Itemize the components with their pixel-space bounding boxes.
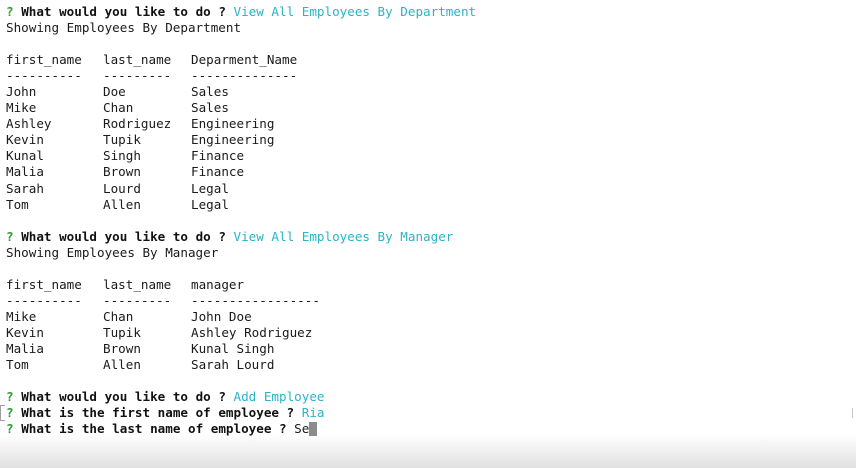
table-cell: Kunal — [6, 148, 44, 164]
table-separator: ---------- --------- -------------- — [6, 68, 856, 84]
table-row: Sarah Lourd Legal — [6, 181, 856, 197]
table-cell: Finance — [191, 164, 245, 180]
column-header: Deparment_Name — [191, 52, 298, 68]
separator: -------------- — [191, 68, 298, 84]
prompt-line-first-name: ? What is the first name of employee ? R… — [6, 405, 856, 421]
table-cell: Lourd — [103, 180, 141, 196]
prompt-question: What would you like to do ? — [21, 389, 226, 405]
table-header: first_name last_name Deparment_Name — [6, 52, 856, 68]
table-cell: Allen — [103, 357, 141, 373]
table-row: Ashley Rodriguez Engineering — [6, 116, 856, 132]
table-row: Malia Brown Finance — [6, 164, 856, 180]
table-cell: Rodriguez — [103, 116, 172, 132]
window-bottom-shadow — [0, 434, 856, 468]
selection-bracket-icon — [0, 405, 5, 421]
separator: --------- — [103, 292, 172, 308]
prompt-question-mark: ? — [6, 389, 14, 405]
table-cell: Ashley — [6, 116, 52, 132]
prompt-line-view-by-manager: ? What would you like to do ? View All E… — [6, 229, 856, 245]
separator: ---------- — [6, 68, 82, 84]
table-cell: Sales — [191, 84, 229, 100]
table-separator: ---------- --------- ----------------- — [6, 293, 856, 309]
table-cell: John — [6, 84, 37, 100]
table-cell: Brown — [103, 340, 141, 356]
prompt-line-add-employee: ? What would you like to do ? Add Employ… — [6, 389, 856, 405]
table-cell: Tom — [6, 357, 29, 373]
table-cell: Kevin — [6, 132, 44, 148]
prompt-answer: View All Employees By Manager — [233, 228, 454, 244]
table-cell: Engineering — [191, 116, 275, 132]
table-cell: Brown — [103, 164, 141, 180]
column-header: first_name — [6, 276, 82, 292]
separator: ---------- — [6, 292, 82, 308]
table-row: Mike Chan Sales — [6, 100, 856, 116]
table-cell: Chan — [103, 308, 134, 324]
separator: ----------------- — [191, 292, 320, 308]
table-cell: Ashley Rodriguez — [191, 324, 313, 340]
prompt-question: What would you like to do ? — [21, 228, 226, 244]
prompt-question: What would you like to do ? — [21, 4, 226, 19]
terminal-output: ? What would you like to do ? View All E… — [6, 4, 856, 437]
table-header: first_name last_name manager — [6, 277, 856, 293]
column-header: last_name — [103, 52, 172, 68]
table-row: Tom Allen Sarah Lourd — [6, 357, 856, 373]
table-row: Kunal Singh Finance — [6, 148, 856, 164]
table-cell: Finance — [191, 148, 245, 164]
table-cell: Doe — [103, 84, 126, 100]
table-row: Mike Chan John Doe — [6, 309, 856, 325]
table-cell: Tom — [6, 196, 29, 212]
table-cell: Legal — [191, 180, 229, 196]
status-message: Showing Employees By Manager — [6, 244, 219, 260]
table-row: Kevin Tupik Ashley Rodriguez — [6, 325, 856, 341]
table-cell: Legal — [191, 196, 229, 212]
prompt-question-mark: ? — [6, 405, 14, 421]
separator: --------- — [103, 68, 172, 84]
table-row: Kevin Tupik Engineering — [6, 132, 856, 148]
table-cell: Malia — [6, 164, 44, 180]
prompt-answer: Ria — [301, 405, 325, 421]
table-cell: Singh — [103, 148, 141, 164]
table-cell: Mike — [6, 308, 37, 324]
table-row: Malia Brown Kunal Singh — [6, 341, 856, 357]
table-cell: Sarah — [6, 180, 44, 196]
prompt-answer: Add Employee — [233, 389, 325, 405]
table-cell: Mike — [6, 100, 37, 116]
table-cell: Tupik — [103, 324, 141, 340]
table-cell: Engineering — [191, 132, 275, 148]
terminal-window[interactable]: ? What would you like to do ? View All E… — [0, 0, 856, 468]
table-cell: John Doe — [191, 308, 252, 324]
prompt-question: What is the first name of employee ? — [21, 405, 295, 421]
table-row: John Doe Sales — [6, 84, 856, 100]
prompt-question-mark: ? — [6, 228, 14, 244]
table-cell: Chan — [103, 100, 134, 116]
table-cell: Tupik — [103, 132, 141, 148]
prompt-line-view-by-department: ? What would you like to do ? View All E… — [6, 4, 856, 20]
column-header: last_name — [103, 276, 172, 292]
column-header: first_name — [6, 52, 82, 68]
table-cell: Sarah Lourd — [191, 357, 275, 373]
table-cell: Malia — [6, 340, 44, 356]
table-cell: Kunal Singh — [191, 340, 275, 356]
status-message: Showing Employees By Department — [6, 20, 242, 36]
column-header: manager — [191, 276, 245, 292]
table-cell: Kevin — [6, 324, 44, 340]
prompt-answer: View All Employees By Department — [233, 4, 477, 19]
table-row: Tom Allen Legal — [6, 197, 856, 213]
table-cell: Sales — [191, 100, 229, 116]
prompt-question-mark: ? — [6, 4, 14, 19]
table-cell: Allen — [103, 196, 141, 212]
scroll-indicator[interactable] — [852, 408, 853, 418]
